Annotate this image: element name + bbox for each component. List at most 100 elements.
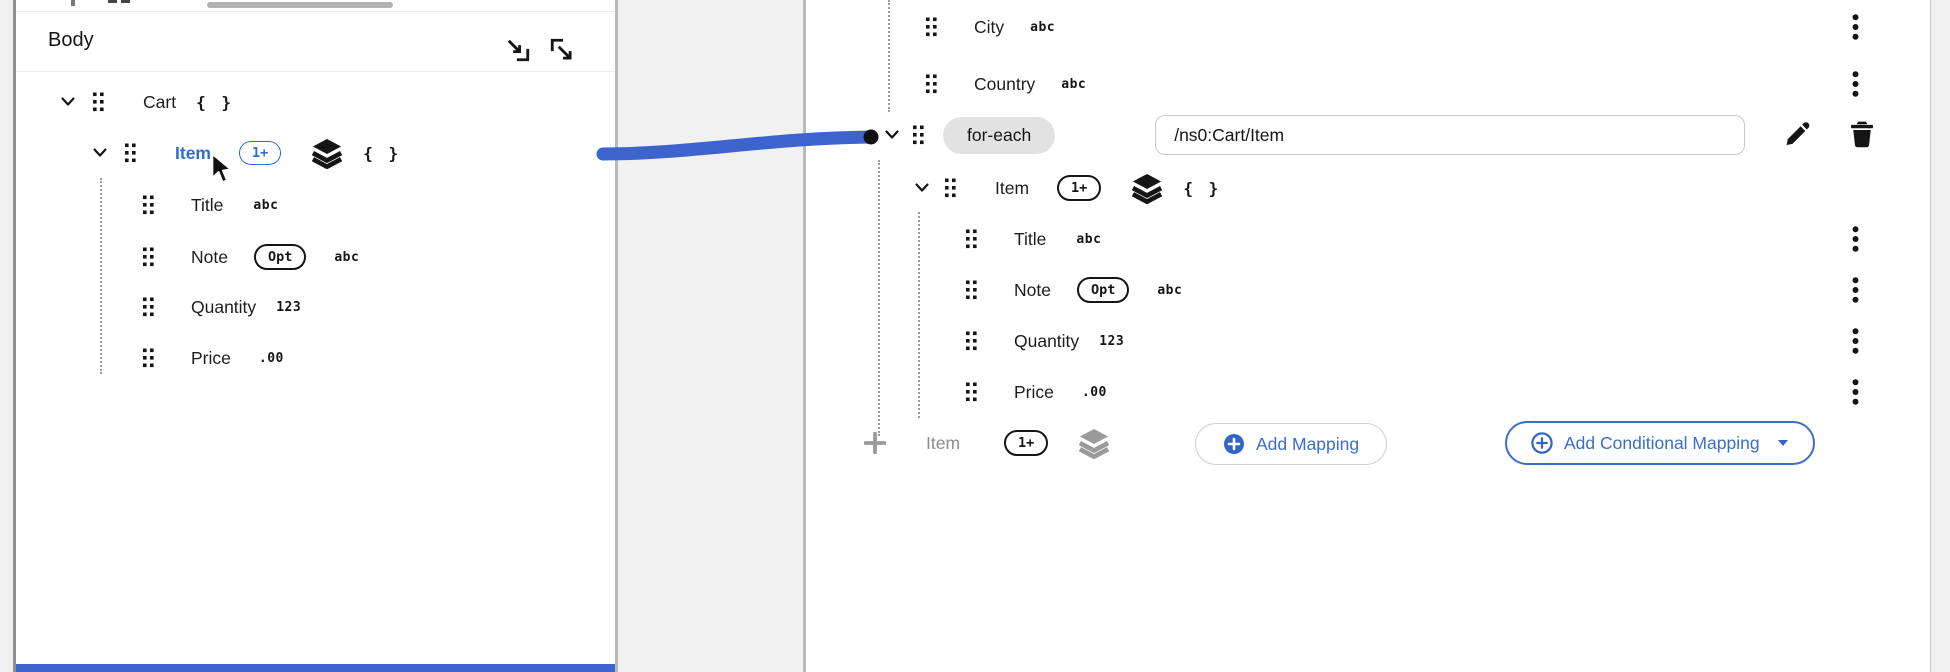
node-label: Price	[191, 347, 231, 368]
node-label: Cart	[143, 91, 177, 112]
node-label: City	[974, 16, 1005, 37]
type-string-icon: abc	[1030, 19, 1056, 35]
grip-icon[interactable]	[965, 382, 978, 402]
attach-schema-icon[interactable]	[505, 37, 531, 63]
braces-icon: { }	[363, 143, 402, 163]
tree-indent-guide	[878, 160, 880, 436]
add-mapping-button[interactable]: Add Mapping	[1195, 423, 1388, 465]
node-label: Title	[191, 194, 224, 215]
collection-count-badge: 1+	[1057, 175, 1102, 201]
target-node-city[interactable]: City abc	[925, 7, 1055, 47]
grip-icon[interactable]	[965, 331, 978, 351]
node-label: Item	[926, 432, 961, 453]
braces-icon: { }	[1183, 178, 1222, 198]
mapping-canvas	[618, 0, 803, 672]
add-mapping-label: Add Mapping	[1256, 433, 1360, 454]
type-string-icon: abc	[1061, 76, 1087, 92]
node-label: Quantity	[1014, 330, 1080, 351]
node-label: Title	[1014, 228, 1047, 249]
kebab-icon[interactable]	[1852, 328, 1859, 354]
kebab-icon[interactable]	[1852, 226, 1859, 252]
mouse-cursor	[211, 153, 232, 184]
type-string-icon: abc	[1157, 282, 1183, 298]
target-foreach-row[interactable]: for-each	[884, 115, 1746, 155]
target-add-item-row[interactable]: Item 1+	[864, 423, 1110, 463]
foreach-pill: for-each	[943, 116, 1056, 154]
trash-icon[interactable]	[1850, 121, 1874, 148]
kebab-icon[interactable]	[1852, 71, 1859, 97]
grip-icon[interactable]	[142, 247, 155, 267]
source-node-item[interactable]: Item 1+ { }	[92, 133, 401, 173]
node-label: Quantity	[191, 296, 257, 317]
source-node-title[interactable]: Title abc	[142, 185, 278, 225]
source-panel-active-indicator	[16, 664, 615, 672]
grip-icon[interactable]	[124, 143, 137, 163]
grip-icon[interactable]	[912, 125, 925, 145]
source-node-price[interactable]: Price .00	[142, 338, 284, 378]
grip-icon[interactable]	[142, 297, 155, 317]
source-node-cart[interactable]: Cart { }	[60, 82, 234, 122]
collection-count-badge: 1+	[1004, 430, 1049, 456]
plus-circle-outline-icon	[1531, 432, 1553, 454]
target-panel: City abc Country abc for-each Item 1+ { …	[806, 0, 1930, 672]
tree-indent-guide	[918, 212, 920, 418]
target-node-quantity[interactable]: Quantity 123	[965, 321, 1124, 361]
kebab-icon[interactable]	[1852, 14, 1859, 40]
vertical-scrollbar-track[interactable]	[1930, 0, 1950, 672]
plus-icon[interactable]	[864, 432, 886, 454]
kebab-icon[interactable]	[1852, 379, 1859, 405]
node-label: Note	[191, 246, 228, 267]
layers-icon	[311, 138, 343, 169]
horizontal-scrollbar[interactable]	[207, 2, 393, 8]
type-integer-icon: 123	[276, 299, 302, 315]
target-node-price[interactable]: Price .00	[965, 372, 1107, 412]
add-conditional-mapping-button[interactable]: Add Conditional Mapping	[1505, 421, 1815, 465]
grip-icon[interactable]	[142, 195, 155, 215]
plus-circle-icon	[1223, 433, 1245, 455]
layers-icon	[1131, 173, 1163, 204]
mapping-line[interactable]	[595, 116, 895, 170]
source-node-note[interactable]: Note Opt abc	[142, 237, 359, 277]
source-panel-title: Body	[48, 29, 94, 51]
chevron-down-icon[interactable]	[914, 180, 930, 196]
collection-count-badge: 1+	[238, 141, 282, 165]
layers-icon	[1078, 428, 1110, 459]
tree-indent-guide	[100, 178, 102, 374]
chevron-down-icon[interactable]	[92, 145, 108, 161]
node-label: Item	[995, 177, 1030, 198]
target-node-title[interactable]: Title abc	[965, 219, 1101, 259]
source-panel-header: Body	[16, 11, 615, 72]
source-node-quantity[interactable]: Quantity 123	[142, 287, 301, 327]
optional-badge: Opt	[1076, 277, 1130, 303]
mapping-line-endpoint[interactable]	[863, 129, 879, 145]
braces-icon: { }	[196, 92, 234, 112]
page-left-gutter	[0, 0, 13, 672]
grip-icon[interactable]	[965, 229, 978, 249]
kebab-icon[interactable]	[1852, 277, 1859, 303]
optional-badge: Opt	[253, 244, 307, 270]
source-panel: Body Cart { } Item 1+ { } Title abc Note…	[16, 0, 615, 672]
type-string-icon: abc	[253, 197, 279, 213]
type-string-icon: abc	[1076, 231, 1102, 247]
caret-down-icon	[1777, 439, 1789, 447]
type-integer-icon: 123	[1099, 333, 1125, 349]
target-node-note[interactable]: Note Opt abc	[965, 270, 1182, 310]
grip-icon[interactable]	[142, 348, 155, 368]
node-label: Item	[175, 142, 211, 163]
node-label: Note	[1014, 279, 1051, 300]
chevron-down-icon[interactable]	[60, 94, 76, 110]
grip-icon[interactable]	[925, 74, 938, 94]
tree-indent-guide	[888, 0, 890, 112]
grip-icon[interactable]	[925, 17, 938, 37]
grip-icon[interactable]	[944, 178, 957, 198]
grip-icon[interactable]	[92, 92, 105, 112]
pencil-icon[interactable]	[1786, 122, 1810, 146]
detach-schema-icon[interactable]	[549, 37, 575, 63]
clipped-row-fragment	[108, 0, 117, 3]
xpath-expression-input[interactable]	[1155, 115, 1746, 155]
target-node-country[interactable]: Country abc	[925, 64, 1086, 104]
grip-icon[interactable]	[965, 280, 978, 300]
target-node-item[interactable]: Item 1+ { }	[914, 168, 1221, 208]
add-conditional-mapping-label: Add Conditional Mapping	[1564, 432, 1760, 453]
clipped-row-fragment	[71, 0, 75, 6]
